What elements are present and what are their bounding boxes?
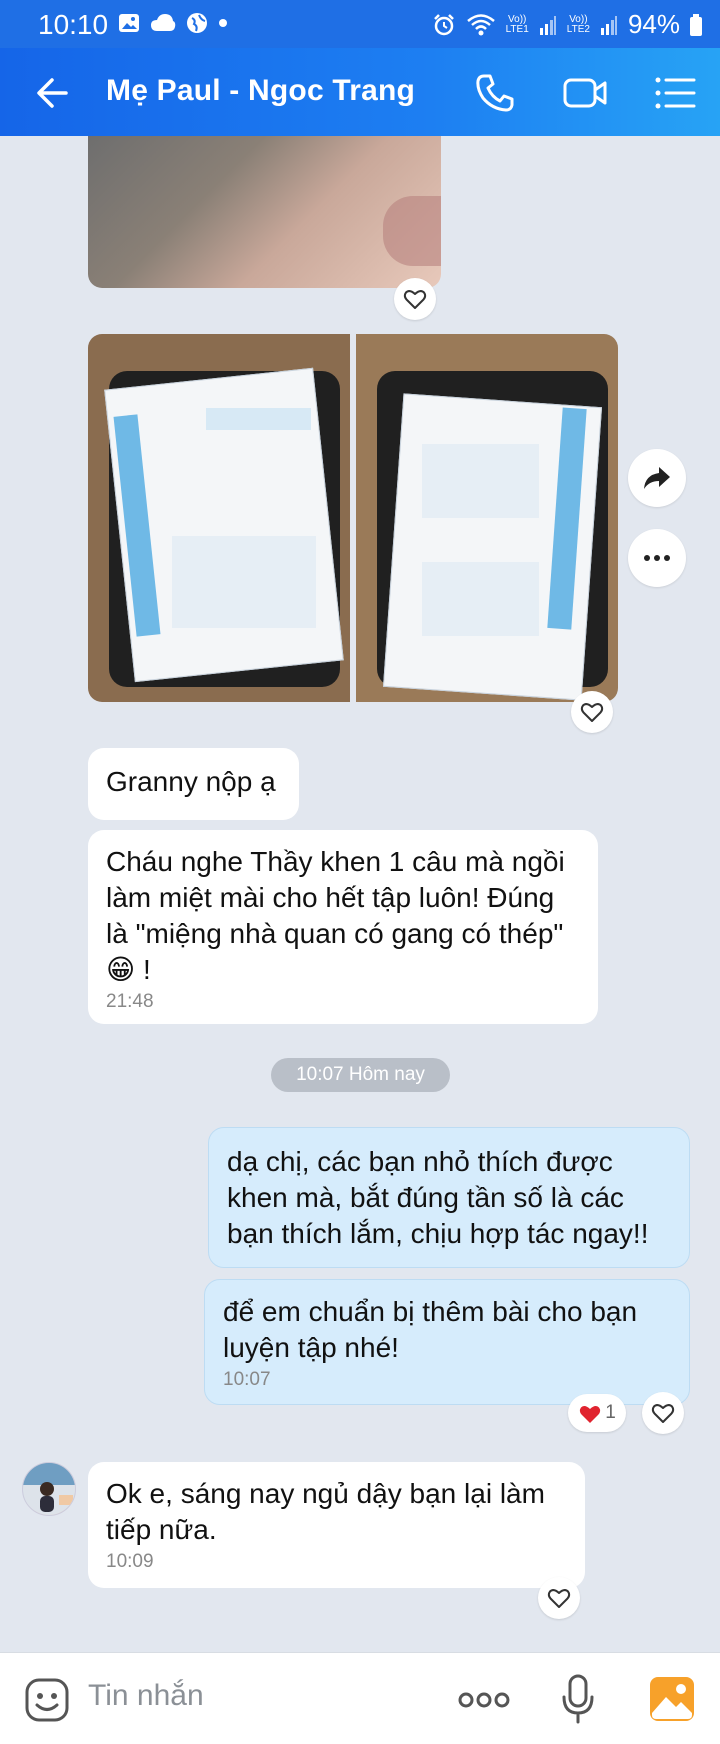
heart-react-button-4[interactable]	[538, 1577, 580, 1619]
phone-icon[interactable]	[472, 70, 518, 116]
message-text: Cháu nghe Thầy khen 1 câu mà ngồi làm mi…	[106, 846, 565, 985]
message-composer: Tin nhắn	[0, 1652, 720, 1744]
more-dots-icon	[644, 555, 670, 561]
message-text: dạ chị, các bạn nhỏ thích được khen mà, …	[227, 1146, 649, 1249]
message-input[interactable]: Tin nhắn	[88, 1679, 204, 1713]
more-dots-icon[interactable]	[458, 1691, 510, 1709]
message-bubble-sent[interactable]: dạ chị, các bạn nhỏ thích được khen mà, …	[208, 1127, 690, 1268]
chat-header: Mẹ Paul - Ngoc Trang	[0, 48, 720, 136]
signal-2-icon	[600, 15, 617, 35]
date-separator: 10:07 Hôm nay	[271, 1058, 450, 1092]
share-arrow-icon	[644, 467, 670, 489]
heart-outline-icon	[403, 290, 427, 309]
gallery-notification-icon	[119, 14, 139, 32]
globe-icon	[187, 13, 207, 33]
network-2-label: Vo)) LTE2	[566, 13, 590, 35]
sender-avatar[interactable]	[22, 1462, 76, 1516]
photo-message-face[interactable]	[88, 136, 441, 288]
photo-book-exercise	[171, 536, 316, 629]
network-1-label: Vo)) LTE1	[505, 13, 529, 35]
heart-react-button-2[interactable]	[571, 691, 613, 733]
photo-workbook-1[interactable]	[88, 334, 350, 702]
battery-percent: 94%	[627, 9, 680, 39]
signal-1-icon	[539, 15, 556, 35]
heart-react-button-3[interactable]	[642, 1392, 684, 1434]
heart-filled-icon	[580, 1406, 601, 1423]
emoji-icon[interactable]	[24, 1677, 70, 1723]
message-text: Ok e, sáng nay ngủ dậy bạn lại làm tiếp …	[106, 1478, 545, 1545]
message-time: 10:09	[106, 1551, 154, 1572]
heart-outline-icon	[547, 1589, 571, 1608]
reaction-count: 1	[605, 1402, 616, 1423]
photo-book-exercise	[421, 444, 540, 518]
video-camera-icon[interactable]	[562, 70, 608, 116]
message-time: 21:48	[106, 991, 154, 1012]
battery-icon	[690, 13, 702, 36]
more-options-button[interactable]	[628, 529, 686, 587]
dot-icon	[219, 19, 227, 27]
share-button[interactable]	[628, 449, 686, 507]
photo-face-detail	[383, 196, 441, 266]
message-time: 10:07	[223, 1369, 271, 1390]
status-bar: 10:10 Vo)) LTE1 Vo)) LTE2 94%	[0, 0, 720, 48]
alarm-icon	[433, 13, 454, 35]
list-menu-icon[interactable]	[652, 70, 698, 116]
status-left-icons	[118, 12, 228, 34]
microphone-icon[interactable]	[560, 1673, 596, 1725]
status-time: 10:10	[38, 9, 109, 40]
photo-book-heading	[205, 407, 311, 430]
photo-message-workbooks[interactable]	[88, 334, 618, 702]
photo-workbook-2[interactable]	[356, 334, 618, 702]
image-icon[interactable]	[648, 1675, 696, 1723]
wifi-icon	[466, 13, 495, 35]
heart-outline-icon	[651, 1404, 675, 1423]
avatar-photo	[23, 1463, 75, 1515]
photo-book-exercise	[421, 562, 540, 636]
message-text: để em chuẩn bị thêm bài cho bạn luyện tậ…	[223, 1296, 638, 1363]
cloud-icon	[151, 14, 176, 31]
heart-outline-icon	[580, 703, 604, 722]
message-bubble-sent[interactable]: để em chuẩn bị thêm bài cho bạn luyện tậ…	[204, 1279, 690, 1405]
status-right-icons: Vo)) LTE1 Vo)) LTE2 94%	[432, 9, 702, 40]
back-arrow-icon[interactable]	[32, 72, 74, 114]
message-bubble-received[interactable]: Cháu nghe Thầy khen 1 câu mà ngồi làm mi…	[88, 830, 598, 1024]
message-text: Granny nộp ạ	[106, 766, 276, 797]
reaction-summary[interactable]: 1	[568, 1394, 626, 1432]
message-bubble-received[interactable]: Ok e, sáng nay ngủ dậy bạn lại làm tiếp …	[88, 1462, 585, 1588]
message-bubble-received[interactable]: Granny nộp ạ	[88, 748, 299, 820]
heart-react-button-1[interactable]	[394, 278, 436, 320]
contact-name[interactable]: Mẹ Paul - Ngoc Trang	[106, 74, 415, 108]
